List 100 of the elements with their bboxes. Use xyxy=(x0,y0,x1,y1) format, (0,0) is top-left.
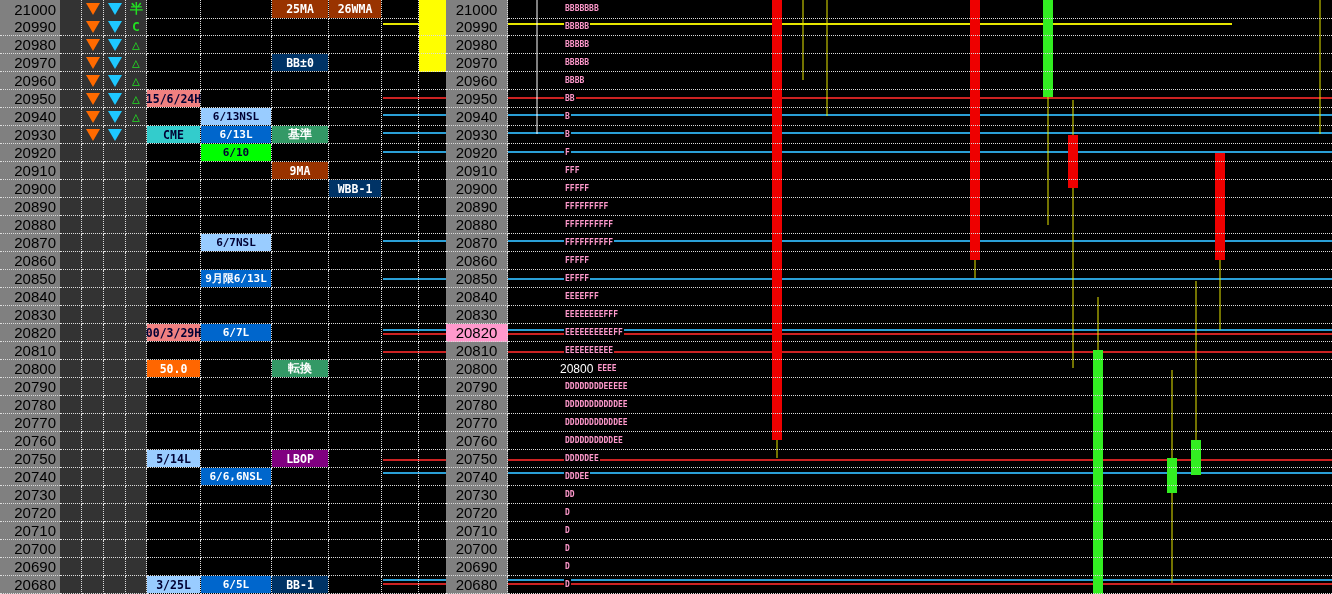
price-label: 20850 xyxy=(0,270,60,288)
grid-cell xyxy=(329,414,382,432)
grid-cell xyxy=(60,252,82,270)
price-label: 20870 xyxy=(0,234,60,252)
grid-cell xyxy=(329,270,382,288)
grid-cell xyxy=(382,378,419,396)
grid-cell xyxy=(60,396,82,414)
grid-cell xyxy=(60,270,82,288)
price-label: 20840 xyxy=(446,288,508,306)
grid-cell xyxy=(201,414,272,432)
price-label: 20710 xyxy=(446,522,508,540)
grid-cell xyxy=(272,288,329,306)
down-triangle-icon xyxy=(85,38,100,51)
price-label: 20890 xyxy=(446,198,508,216)
level-tag: 6/7L xyxy=(201,324,271,341)
grid-cell xyxy=(382,108,419,126)
grid-cell xyxy=(147,522,201,540)
grid-cell xyxy=(382,342,419,360)
price-label: 20770 xyxy=(0,414,60,432)
grid-cell xyxy=(126,486,147,504)
level-tag: 6/6,6NSL xyxy=(201,468,271,485)
grid-cell xyxy=(272,396,329,414)
price-label: 20770 xyxy=(446,414,508,432)
level-tag: 6/13L xyxy=(201,126,271,143)
level-tag: 9月限6/13L xyxy=(201,270,271,287)
price-label: 20990 xyxy=(446,18,508,36)
price-label: 20710 xyxy=(0,522,60,540)
grid-cell xyxy=(382,306,419,324)
down-triangle-icon xyxy=(107,92,122,105)
grid-cell xyxy=(60,522,82,540)
price-label: 20870 xyxy=(446,234,508,252)
grid-cell xyxy=(126,540,147,558)
level-tag: 26WMA xyxy=(329,0,381,18)
grid-cell xyxy=(329,558,382,576)
grid-cell xyxy=(382,468,419,486)
grid-cell xyxy=(201,198,272,216)
level-tag: 50.0 xyxy=(147,360,200,377)
grid-cell xyxy=(382,288,419,306)
grid-cell xyxy=(201,504,272,522)
price-label: 20800 xyxy=(0,360,60,378)
grid-cell xyxy=(126,342,147,360)
grid-cell xyxy=(201,522,272,540)
price-label: 20920 xyxy=(446,144,508,162)
grid-cell xyxy=(60,288,82,306)
grid-cell xyxy=(272,414,329,432)
grid-cell xyxy=(147,486,201,504)
signal-symbol: △ xyxy=(132,55,140,70)
grid-cell xyxy=(382,450,419,468)
grid-cell xyxy=(201,396,272,414)
grid-cell xyxy=(329,234,382,252)
grid-cell xyxy=(329,306,382,324)
down-triangle-icon xyxy=(85,110,100,123)
signal-symbol: C xyxy=(132,19,140,34)
grid-cell xyxy=(126,522,147,540)
grid-cell xyxy=(60,216,82,234)
grid-cell xyxy=(126,162,147,180)
down-triangle-icon xyxy=(107,3,122,15)
price-label: 20760 xyxy=(446,432,508,450)
price-label: 20910 xyxy=(0,162,60,180)
grid-cell xyxy=(126,306,147,324)
grid-cell xyxy=(329,36,382,54)
price-label: 20800 xyxy=(446,360,508,378)
grid-cell xyxy=(126,378,147,396)
grid-cell xyxy=(126,270,147,288)
grid-cell xyxy=(147,414,201,432)
price-label: 20690 xyxy=(0,558,60,576)
level-tag: 3/25L xyxy=(147,576,200,593)
price-label: 20950 xyxy=(0,90,60,108)
price-label: 20860 xyxy=(0,252,60,270)
price-label: 20960 xyxy=(446,72,508,90)
grid-cell xyxy=(272,252,329,270)
grid-cell xyxy=(272,90,329,108)
price-label: 20880 xyxy=(0,216,60,234)
level-tag: BB-1 xyxy=(272,576,328,593)
grid-cell xyxy=(147,162,201,180)
grid-cell xyxy=(60,468,82,486)
price-label: 20790 xyxy=(0,378,60,396)
level-tag: 5/14L xyxy=(147,450,200,467)
grid-cell xyxy=(60,324,82,342)
price-label: 20850 xyxy=(446,270,508,288)
grid-cell xyxy=(60,180,82,198)
grid-cell xyxy=(329,252,382,270)
grid-cell xyxy=(382,324,419,342)
grid-cell xyxy=(272,486,329,504)
grid-cell xyxy=(60,342,82,360)
down-triangle-icon xyxy=(85,74,100,87)
grid-cell xyxy=(329,486,382,504)
grid-cell xyxy=(60,576,82,594)
grid-cell xyxy=(329,522,382,540)
price-label: 20730 xyxy=(446,486,508,504)
level-tag: 15/6/24H xyxy=(147,90,200,107)
down-triangle-icon xyxy=(85,128,100,141)
signal-symbol: △ xyxy=(132,37,140,52)
price-label: 20790 xyxy=(446,378,508,396)
price-label: 20760 xyxy=(0,432,60,450)
price-label: 20830 xyxy=(446,306,508,324)
grid-cell xyxy=(60,558,82,576)
grid-cell xyxy=(272,504,329,522)
price-label: 20980 xyxy=(446,36,508,54)
grid-cell xyxy=(382,126,419,144)
